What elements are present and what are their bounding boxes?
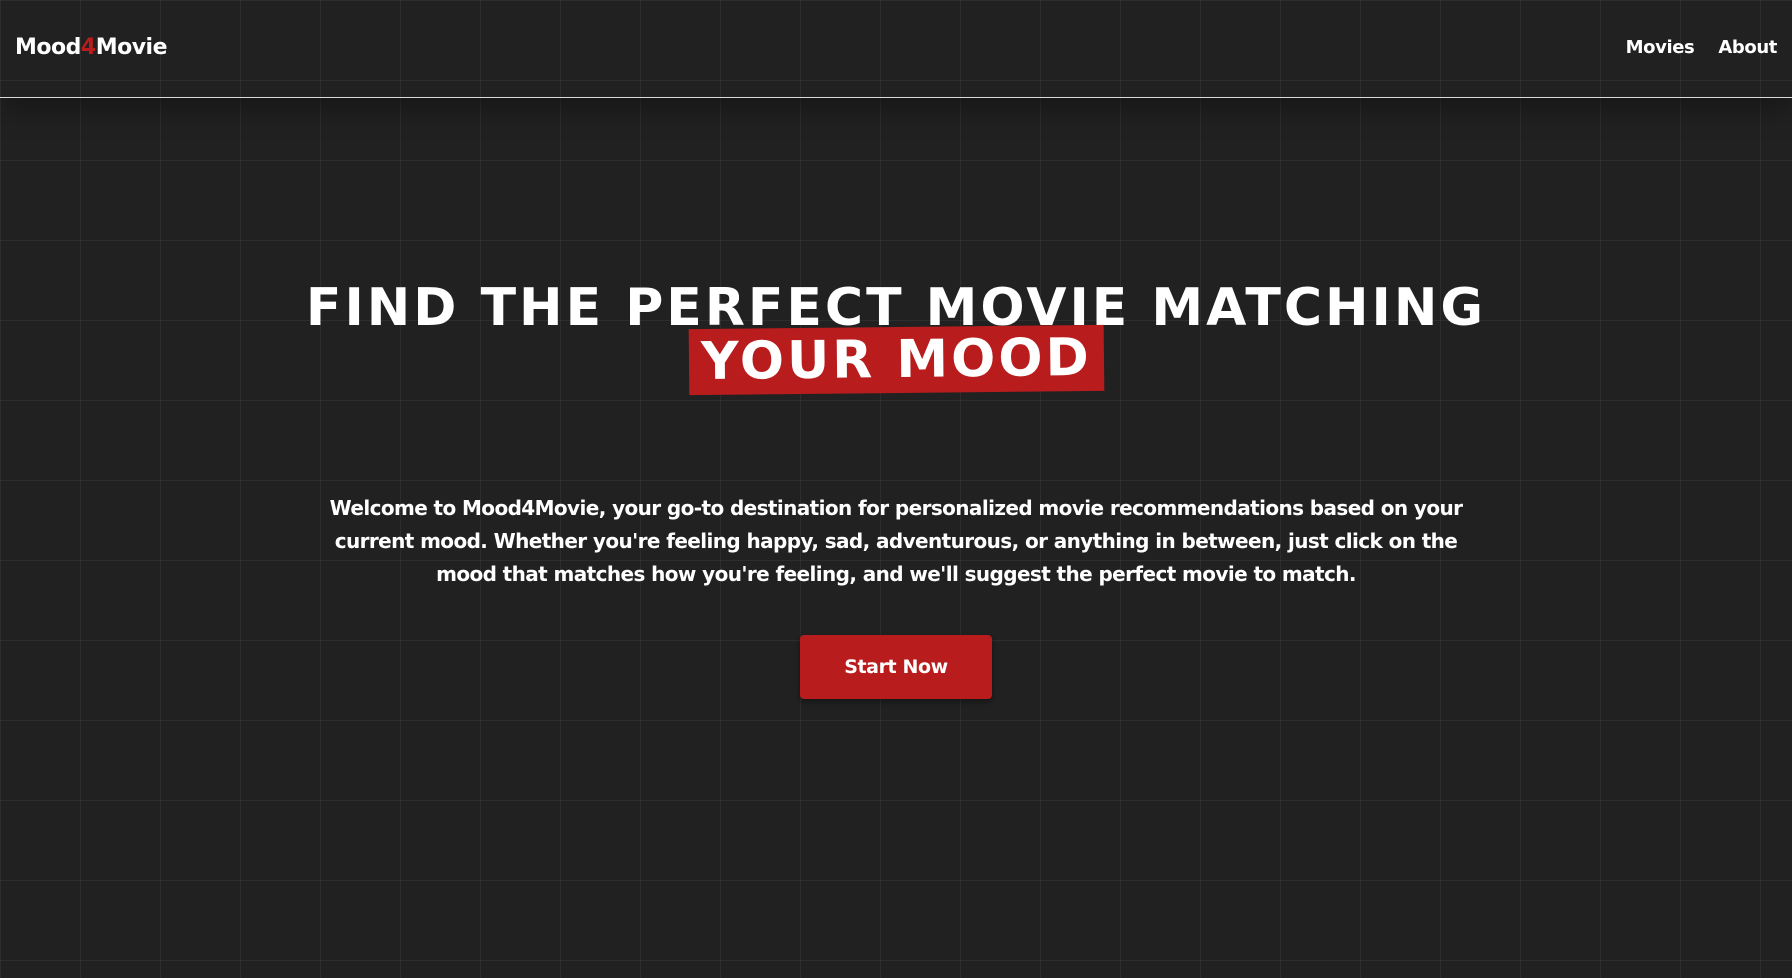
hero-highlight: YOUR MOOD [688, 324, 1104, 396]
hero-intro-text: Welcome to Mood4Movie, your go-to destin… [329, 496, 1463, 586]
logo-text-movie: Movie [95, 35, 168, 60]
site-logo[interactable]: Mood4Movie [15, 33, 168, 63]
logo-text-mood: Mood [15, 35, 81, 60]
nav-links: Movies About [1626, 36, 1778, 60]
hero-highlight-wrapper: YOUR MOOD [0, 324, 1792, 396]
nav-link-movies[interactable]: Movies [1626, 36, 1695, 60]
start-now-button[interactable]: Start Now [800, 635, 992, 699]
logo-text-accent: 4 [80, 35, 96, 60]
nav-link-about[interactable]: About [1718, 36, 1777, 60]
navbar: Mood4Movie Movies About [0, 0, 1792, 98]
